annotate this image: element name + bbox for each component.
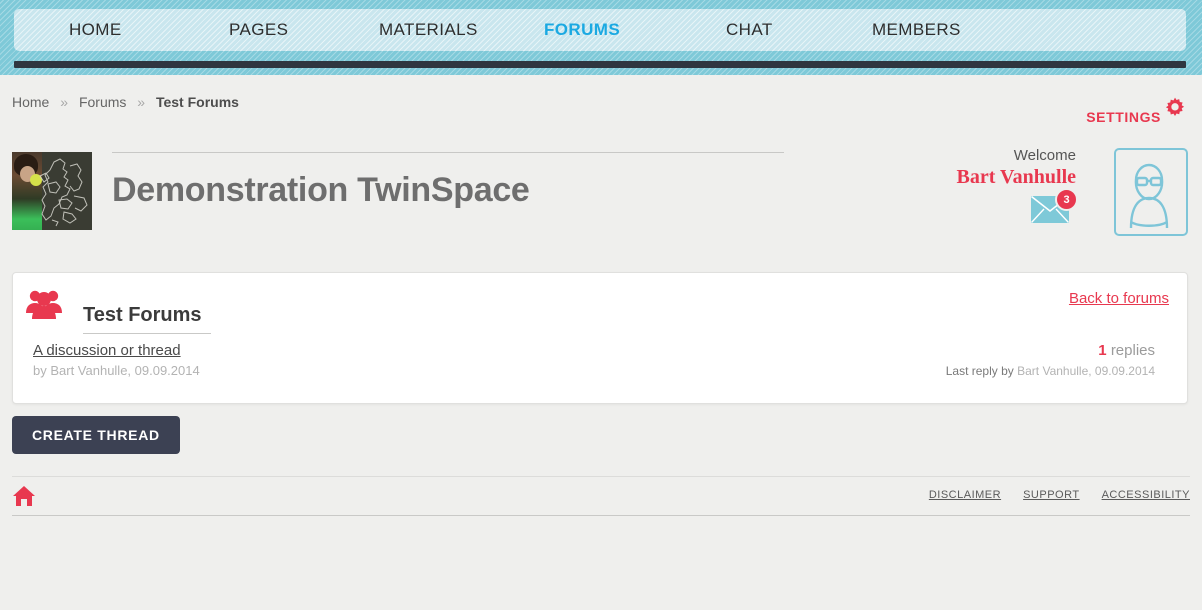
- welcome-label: Welcome: [1013, 147, 1076, 164]
- settings-label: SETTINGS: [1086, 108, 1161, 125]
- breadcrumb-separator-icon: »: [60, 94, 69, 110]
- europe-map-chalk-drawing: [39, 158, 88, 227]
- page-title: Demonstration TwinSpace: [112, 170, 530, 209]
- user-avatar-icon: [1129, 163, 1169, 229]
- page-title-underline: [112, 152, 784, 153]
- create-thread-button[interactable]: CREATE THREAD: [12, 416, 180, 454]
- replies-number: 1: [1098, 342, 1107, 359]
- forum-card: Test Forums Back to forums A discussion …: [12, 272, 1188, 404]
- footer-link-support[interactable]: SUPPORT: [1023, 489, 1079, 501]
- nav-item-home[interactable]: HOME: [69, 20, 122, 40]
- last-reply-prefix: Last reply by: [945, 364, 1014, 378]
- gear-icon: [1162, 96, 1188, 127]
- breadcrumb-item-home[interactable]: Home: [12, 94, 49, 110]
- thread-author-meta: by Bart Vanhulle, 09.09.2014: [33, 363, 200, 378]
- nav-item-chat[interactable]: CHAT: [726, 20, 773, 40]
- breadcrumb-separator-icon: »: [137, 94, 146, 110]
- nav-item-pages[interactable]: PAGES: [229, 20, 288, 40]
- nav-item-materials[interactable]: MATERIALS: [379, 20, 478, 40]
- footer-divider-bottom: [12, 515, 1190, 516]
- nav-underline-bar: [14, 61, 1186, 68]
- breadcrumb: Home » Forums » Test Forums: [12, 94, 239, 110]
- user-name[interactable]: Bart Vanhulle: [957, 166, 1076, 189]
- forum-title: Test Forums: [83, 304, 211, 334]
- main-navigation: HOME PAGES MATERIALS FORUMS CHAT MEMBERS: [14, 9, 1186, 51]
- back-to-forums-link[interactable]: Back to forums: [1069, 290, 1169, 307]
- settings-button[interactable]: SETTINGS: [1086, 96, 1188, 127]
- thread-title-link[interactable]: A discussion or thread: [33, 342, 181, 359]
- avatar[interactable]: [1114, 148, 1188, 236]
- message-count-badge: 3: [1055, 188, 1078, 211]
- breadcrumb-item-current: Test Forums: [155, 94, 239, 110]
- nav-item-members[interactable]: MEMBERS: [872, 20, 961, 40]
- footer-divider-top: [12, 476, 1190, 477]
- breadcrumb-item-forums[interactable]: Forums: [79, 94, 126, 110]
- top-banner: HOME PAGES MATERIALS FORUMS CHAT MEMBERS: [0, 0, 1202, 75]
- footer-link-disclaimer[interactable]: DISCLAIMER: [929, 489, 1001, 501]
- footer-links: DISCLAIMER SUPPORT ACCESSIBILITY: [929, 489, 1190, 501]
- home-icon[interactable]: [12, 484, 36, 508]
- twinspace-thumbnail: [12, 152, 92, 230]
- thread-replies-count: 1 replies: [1098, 342, 1155, 359]
- thread-last-reply: Last reply by Bart Vanhulle, 09.09.2014: [946, 364, 1155, 378]
- table-row: A discussion or thread by Bart Vanhulle,…: [13, 338, 1187, 390]
- footer-link-accessibility[interactable]: ACCESSIBILITY: [1102, 489, 1190, 501]
- replies-label: replies: [1110, 342, 1155, 359]
- nav-item-forums[interactable]: FORUMS: [544, 20, 620, 40]
- user-welcome-block: Welcome Bart Vanhulle 3: [928, 144, 1188, 240]
- last-reply-author: Bart Vanhulle, 09.09.2014: [1017, 364, 1155, 378]
- group-people-icon: [25, 288, 63, 322]
